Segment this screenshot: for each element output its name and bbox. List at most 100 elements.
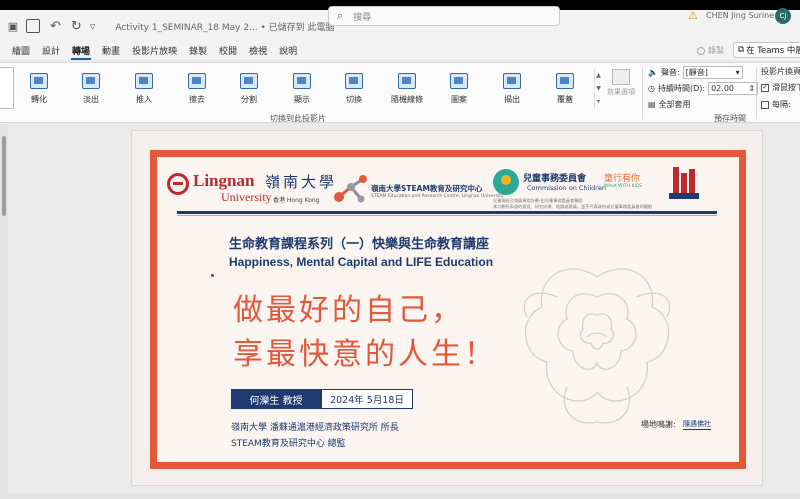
transition-fade[interactable]: 淡出 bbox=[66, 73, 116, 105]
transition-label: 顯示 bbox=[294, 95, 310, 104]
document-title[interactable]: Activity 1_SEMINAR_18 May 2... • 已儲存到 此電… bbox=[115, 20, 334, 33]
duration-stepper[interactable]: 02.00 ⇕ bbox=[708, 82, 759, 95]
transition-shape[interactable]: 圖案 bbox=[434, 73, 484, 105]
tab-transitions[interactable]: 轉場 bbox=[71, 44, 92, 60]
sound-icon: 🔈 bbox=[648, 68, 658, 77]
avatar[interactable]: CJ bbox=[775, 8, 791, 24]
slide-canvas[interactable]: Lingnan 嶺南大學 University 香港 Hong Kong 嶺南大… bbox=[131, 130, 763, 486]
slogan-line-1: 做最好的自己， bbox=[233, 293, 464, 328]
slogan-line-2: 享最快意的人生！ bbox=[233, 337, 497, 372]
sound-label: 聲音: bbox=[660, 68, 680, 77]
speaker-affiliation-1: 嶺南大學 潘蘇通滬港經濟政策研究所 所長 bbox=[231, 423, 399, 433]
sound-select[interactable]: [靜音] ▾ bbox=[682, 66, 743, 79]
science-park-logo-icon bbox=[669, 167, 699, 199]
tab-view[interactable]: 檢視 bbox=[248, 44, 268, 60]
thumbnail-pane[interactable] bbox=[0, 124, 8, 499]
steam-centre-name-en: STEAM Education and Research Centre, Lin… bbox=[371, 194, 504, 199]
transition-label: 隨機線條 bbox=[391, 95, 423, 104]
tab-draw[interactable]: 繪圖 bbox=[11, 44, 31, 60]
effect-options-label: 效果選項 bbox=[607, 88, 635, 96]
present-in-teams-button[interactable]: ⧉ 在 Teams 中展 bbox=[733, 42, 800, 58]
steam-molecule-icon bbox=[334, 175, 367, 203]
duration-row: ◷ 持續時間(D): 02.00 ⇕ bbox=[648, 82, 759, 95]
thumbnail-scrollbar[interactable] bbox=[2, 136, 6, 216]
apply-all-label: 全部套用 bbox=[658, 100, 691, 109]
lingnan-logo-icon bbox=[167, 173, 189, 195]
clock-icon: ◷ bbox=[648, 84, 655, 93]
effect-options-icon bbox=[612, 69, 630, 85]
course-title-en: Happiness, Mental Capital and LIFE Educa… bbox=[229, 255, 494, 269]
tab-design[interactable]: 設計 bbox=[41, 44, 61, 60]
slide-frame: Lingnan 嶺南大學 University 香港 Hong Kong 嶺南大… bbox=[150, 150, 746, 469]
transition-uncover[interactable]: 揭出 bbox=[487, 73, 537, 105]
ribbon-separator bbox=[642, 67, 643, 119]
search-icon: ⌕ bbox=[337, 9, 344, 22]
transition-label: 圖案 bbox=[451, 95, 467, 104]
scroll-down-icon[interactable]: ▼ bbox=[595, 82, 602, 95]
scroll-up-icon[interactable]: ▲ bbox=[595, 69, 602, 82]
reveal-icon bbox=[293, 73, 311, 89]
transition-label: 切換 bbox=[346, 95, 362, 104]
transition-wipe[interactable]: 擦去 bbox=[172, 73, 222, 105]
steam-centre-name-zh: 嶺南大學STEAM教育及研究中心 bbox=[371, 184, 483, 193]
venue-acknowledgement-label: 場地鳴謝: bbox=[641, 420, 676, 429]
apply-all-icon: ▤ bbox=[648, 100, 656, 109]
tab-slideshow[interactable]: 投影片放映 bbox=[131, 44, 178, 60]
venue-name: 隨遇佛社 bbox=[683, 420, 711, 430]
preview-button[interactable] bbox=[0, 67, 14, 109]
uncover-icon bbox=[503, 73, 521, 89]
powerpoint-app-icon: ▣ bbox=[7, 19, 19, 33]
record-button[interactable]: 錄製 bbox=[697, 45, 724, 56]
customize-toolbar-icon[interactable]: ▿ bbox=[90, 20, 96, 33]
transition-label: 揭出 bbox=[504, 95, 520, 104]
event-date: 2024年 5月18日 bbox=[321, 389, 413, 409]
gallery-expand-icon[interactable]: ▾ bbox=[595, 95, 602, 108]
transition-label: 淡出 bbox=[83, 95, 99, 104]
funding-note-line: 本計劃所表達的意見、研究成果、結論或建議，並不代表政府或兒童事務委員會的觀點 bbox=[493, 203, 653, 209]
search-input[interactable]: ⌕ 搜尋 bbox=[328, 6, 560, 26]
transition-label: 分割 bbox=[241, 95, 257, 104]
tab-help[interactable]: 說明 bbox=[278, 44, 298, 60]
transition-label: 轉化 bbox=[31, 95, 47, 104]
decorative-dot bbox=[211, 274, 214, 277]
lingnan-name-en: Lingnan bbox=[193, 171, 255, 190]
on-click-checkbox[interactable]: ✓ 滑鼠按下 bbox=[761, 82, 800, 93]
transition-random-bars[interactable]: 隨機線條 bbox=[382, 73, 432, 105]
transition-cover[interactable]: 覆蓋 bbox=[540, 73, 590, 105]
chevron-down-icon: ▾ bbox=[735, 68, 740, 77]
effect-options-button[interactable]: 效果選項 bbox=[606, 67, 636, 97]
spin-icon: ⇕ bbox=[748, 84, 756, 93]
teams-icon: ⧉ bbox=[738, 45, 745, 55]
frame-accent bbox=[150, 462, 290, 469]
warning-icon[interactable]: ⚠ bbox=[688, 9, 698, 22]
after-checkbox[interactable]: 每隔: bbox=[761, 99, 791, 110]
duration-label: 持續時間(D): bbox=[657, 84, 706, 93]
transition-cut[interactable]: 切換 bbox=[329, 73, 379, 105]
group-label-transitions: 切換到此投影片 bbox=[270, 114, 326, 123]
tab-animations[interactable]: 動畫 bbox=[101, 44, 121, 60]
transition-reveal[interactable]: 顯示 bbox=[277, 73, 327, 105]
commission-logo-icon bbox=[493, 169, 519, 195]
transition-morph[interactable]: 轉化 bbox=[14, 73, 64, 105]
apply-all-button[interactable]: ▤ 全部套用 bbox=[648, 99, 691, 110]
sound-value: [靜音] bbox=[685, 68, 708, 77]
commission-name-zh: 兒童事務委員會 bbox=[523, 174, 587, 184]
status-bar-edge bbox=[0, 494, 800, 499]
redo-icon[interactable]: ↻ bbox=[71, 19, 82, 34]
checkbox-icon bbox=[761, 100, 769, 109]
checkbox-checked-icon: ✓ bbox=[761, 83, 769, 92]
cut-icon bbox=[345, 73, 363, 89]
transition-split[interactable]: 分割 bbox=[224, 73, 274, 105]
transition-push[interactable]: 推入 bbox=[119, 73, 169, 105]
tab-review[interactable]: 校閱 bbox=[218, 44, 238, 60]
walk-with-kids-en: WALK WITH KIDS bbox=[604, 184, 643, 189]
menu-tab-bar: 繪圖 設計 轉場 動畫 投影片放映 錄製 校閱 檢視 說明 bbox=[0, 42, 800, 60]
walk-with-kids-zh: 童行有你 bbox=[604, 174, 641, 184]
gallery-scrollbar[interactable]: ▲ ▼ ▾ bbox=[594, 69, 602, 109]
save-icon[interactable] bbox=[26, 19, 40, 33]
funding-note: 兒童福祉及發展資助計劃-由兒童事務委員會贊助 本計劃所表達的意見、研究成果、結論… bbox=[493, 198, 652, 209]
tab-record[interactable]: 錄製 bbox=[188, 44, 208, 60]
wipe-icon bbox=[188, 73, 206, 89]
undo-icon[interactable]: ↶ bbox=[50, 19, 61, 34]
user-name[interactable]: CHEN Jing Surine bbox=[706, 11, 774, 20]
